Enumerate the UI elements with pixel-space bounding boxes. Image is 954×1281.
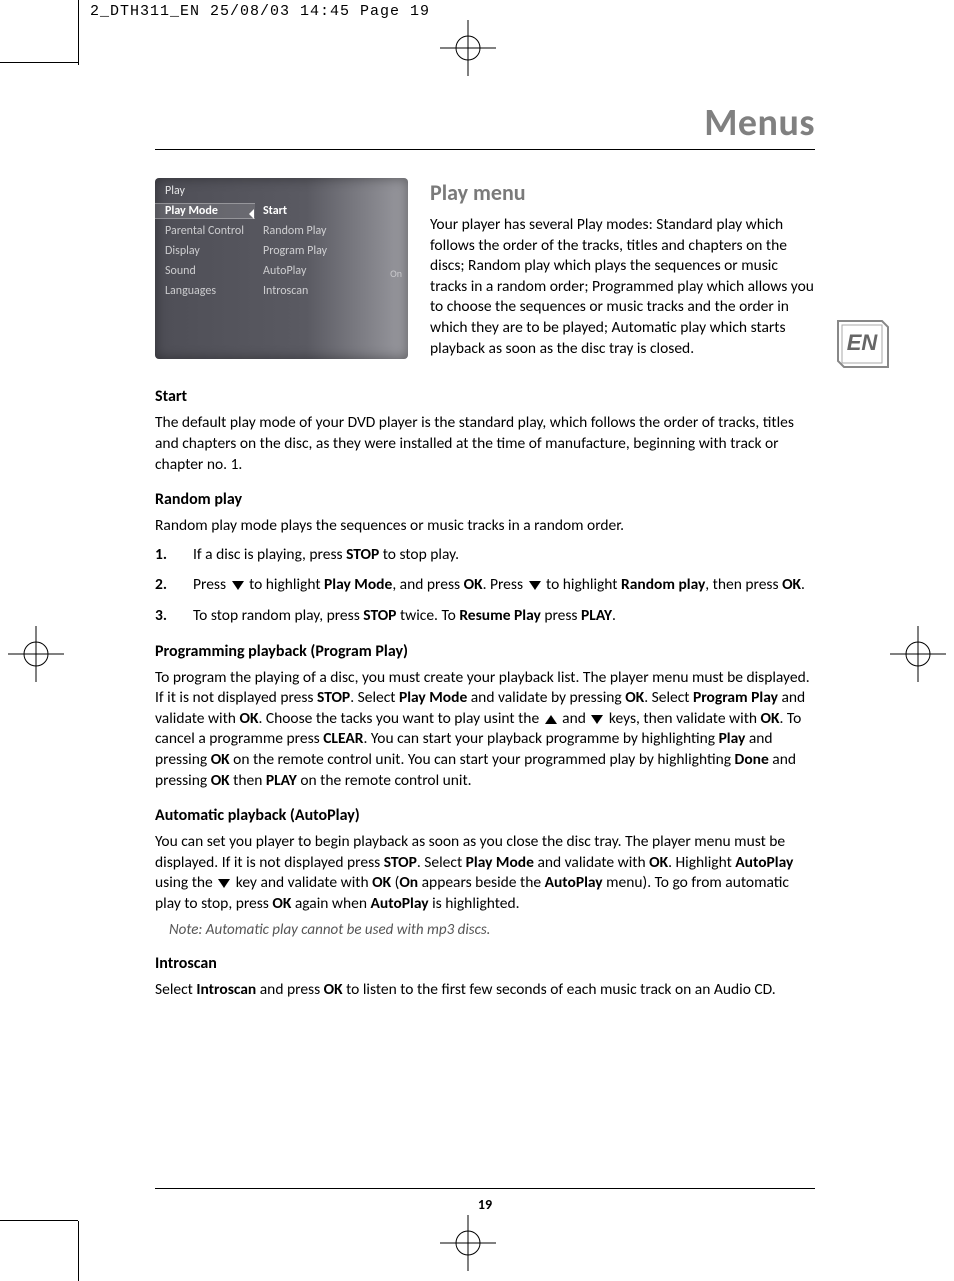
crop-mark [78, 1221, 79, 1281]
osd-row: Parental Control Random Play [155, 221, 408, 241]
list-item: 1.If a disc is playing, press STOP to st… [155, 545, 815, 566]
intro-paragraph: Your player has several Play modes: Stan… [430, 215, 815, 359]
page-title: Menus [155, 100, 815, 150]
down-arrow-icon [232, 581, 244, 590]
osd-left-item: Display [155, 244, 255, 258]
crop-mark [0, 62, 78, 63]
osd-header: Play [155, 184, 408, 201]
osd-row: Languages Introscan [155, 281, 408, 301]
section-heading-play-menu: Play menu [430, 178, 815, 207]
note-text: Note: Automatic play cannot be used with… [169, 921, 815, 939]
heading-introscan: Introscan [155, 954, 815, 973]
osd-screenshot: Play Play Mode Start Parental Control Ra… [155, 178, 408, 359]
paragraph: The default play mode of your DVD player… [155, 413, 815, 475]
list-item: 2.Press to highlight Play Mode, and pres… [155, 575, 815, 596]
osd-badge: On [390, 267, 402, 280]
section-start: Start The default play mode of your DVD … [155, 387, 815, 475]
paragraph: You can set you player to begin playback… [155, 832, 815, 914]
page-number: 19 [155, 1196, 815, 1213]
registration-mark-icon [440, 1215, 496, 1271]
paragraph: Random play mode plays the sequences or … [155, 516, 815, 537]
osd-left-item: Languages [155, 284, 255, 298]
up-arrow-icon [545, 715, 557, 724]
osd-row: Sound AutoPlayOn [155, 261, 408, 281]
osd-right-item: Start [255, 204, 408, 218]
section-random-play: Random play Random play mode plays the s… [155, 490, 815, 626]
down-arrow-icon [218, 879, 230, 888]
osd-row: Play Mode Start [155, 201, 408, 221]
footer-rule [155, 1188, 815, 1189]
heading-start: Start [155, 387, 815, 406]
intro-block: Play menu Your player has several Play m… [430, 178, 815, 359]
osd-right-item: AutoPlayOn [255, 264, 408, 278]
paragraph: To program the playing of a disc, you mu… [155, 668, 815, 792]
crop-mark [78, 0, 79, 65]
osd-left-item: Parental Control [155, 224, 255, 238]
section-autoplay: Automatic playback (AutoPlay) You can se… [155, 806, 815, 938]
crop-mark [0, 1220, 78, 1221]
svg-text:EN: EN [847, 330, 879, 355]
osd-left-item: Play Mode [155, 203, 255, 219]
paragraph: Select Introscan and press OK to listen … [155, 980, 815, 1001]
down-arrow-icon [529, 581, 541, 590]
registration-mark-icon [890, 626, 946, 682]
heading-random-play: Random play [155, 490, 815, 509]
osd-left-item: Sound [155, 264, 255, 278]
registration-mark-icon [440, 20, 496, 76]
section-introscan: Introscan Select Introscan and press OK … [155, 954, 815, 1001]
print-slug: 2_DTH311_EN 25/08/03 14:45 Page 19 [90, 3, 430, 20]
osd-right-item: Introscan [255, 284, 408, 298]
osd-right-item: Program Play [255, 244, 408, 258]
heading-autoplay: Automatic playback (AutoPlay) [155, 806, 815, 825]
registration-mark-icon [8, 626, 64, 682]
language-badge-en: EN [832, 315, 892, 375]
down-arrow-icon [591, 715, 603, 724]
page-content: Menus Play Play Mode Start Parental Cont… [155, 100, 815, 1015]
section-program-play: Programming playback (Program Play) To p… [155, 642, 815, 792]
list-item: 3.To stop random play, press STOP twice.… [155, 606, 815, 627]
osd-row: Display Program Play [155, 241, 408, 261]
steps-list: 1.If a disc is playing, press STOP to st… [155, 545, 815, 627]
left-arrow-icon [249, 209, 254, 219]
heading-program-play: Programming playback (Program Play) [155, 642, 815, 661]
osd-right-item: Random Play [255, 224, 408, 238]
